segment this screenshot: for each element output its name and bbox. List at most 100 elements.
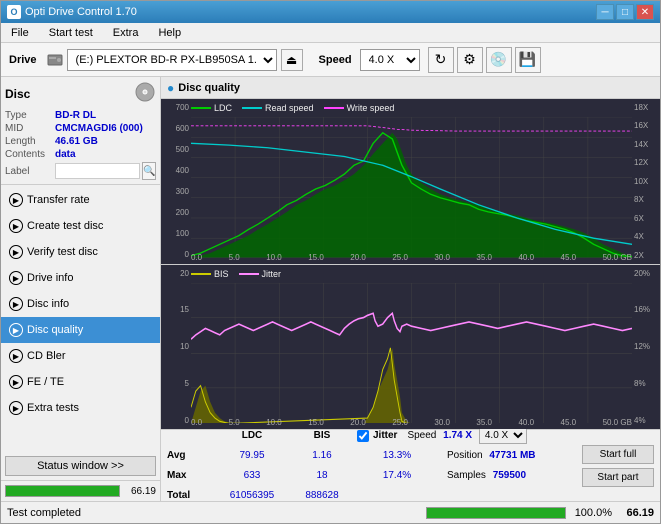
position-val: 47731 MB	[489, 450, 535, 461]
sidebar-item-verify-test-disc[interactable]: ▶ Verify test disc	[1, 239, 160, 265]
sidebar: Disc Type BD-R DL MI	[1, 77, 161, 501]
title-bar: O Opti Drive Control 1.70 ─ □ ✕	[1, 1, 660, 23]
sidebar-item-fe-te[interactable]: ▶ FE / TE	[1, 369, 160, 395]
upper-x-axis: 0.0 5.0 10.0 15.0 20.0 25.0 30.0 35.0 40…	[191, 253, 632, 262]
sidebar-item-disc-quality[interactable]: ▶ Disc quality	[1, 317, 160, 343]
eject-button[interactable]: ⏏	[281, 49, 303, 71]
drive-select: (E:) PLEXTOR BD-R PX-LB950SA 1.06	[45, 49, 277, 71]
sidebar-item-transfer-rate[interactable]: ▶ Transfer rate	[1, 187, 160, 213]
samples-val: 759500	[493, 470, 526, 481]
disc-quality-icon: ▶	[9, 323, 23, 337]
title-bar-left: O Opti Drive Control 1.70	[7, 5, 137, 19]
sidebar-item-drive-info[interactable]: ▶ Drive info	[1, 265, 160, 291]
stats-bis-max: 18	[287, 470, 357, 481]
legend-read-speed: Read speed	[242, 103, 314, 113]
stats-max-row: Max 633 18 17.4% Samples 759500	[167, 466, 574, 486]
lower-chart-legend: BIS Jitter	[191, 269, 281, 279]
disc-type-row: Type BD-R DL	[5, 110, 156, 121]
menu-help[interactable]: Help	[152, 25, 187, 41]
speed-dropdown[interactable]: 4.0 X	[360, 49, 420, 71]
disc-label-label: Label	[5, 166, 55, 177]
drive-dropdown[interactable]: (E:) PLEXTOR BD-R PX-LB950SA 1.06	[67, 49, 277, 71]
samples-stats: Samples 759500	[447, 470, 526, 481]
nav-buttons: ▶ Transfer rate ▶ Create test disc ▶ Ver…	[1, 185, 160, 423]
speed-section: Speed 4.0 X	[315, 49, 420, 71]
sidebar-progress-fill	[6, 486, 119, 496]
speed-stats: Speed 1.74 X 4.0 X	[407, 427, 526, 444]
legend-ldc: LDC	[191, 103, 232, 113]
start-full-button[interactable]: Start full	[582, 445, 654, 464]
nav-create-test-disc-label: Create test disc	[27, 220, 103, 232]
maximize-button[interactable]: □	[616, 4, 634, 20]
stats-ldc-total: 61056395	[217, 490, 287, 501]
footer-progress-bar	[426, 507, 566, 519]
sidebar-item-cd-bler[interactable]: ▶ CD Bler	[1, 343, 160, 369]
start-part-button[interactable]: Start part	[582, 468, 654, 487]
menu-file[interactable]: File	[5, 25, 35, 41]
transfer-rate-icon: ▶	[9, 193, 23, 207]
speed-select[interactable]: 4.0 X	[479, 427, 527, 444]
samples-label: Samples	[447, 470, 486, 481]
save-button[interactable]: 💾	[515, 47, 541, 73]
refresh-button[interactable]: ↻	[428, 47, 454, 73]
disc-label-input[interactable]	[55, 163, 140, 179]
fe-te-icon: ▶	[9, 375, 23, 389]
charts-container: 700 600 500 400 300 200 100 0 18X 16X 14…	[161, 99, 660, 501]
stats-ldc-avg: 79.95	[217, 450, 287, 461]
settings-button[interactable]: ⚙	[457, 47, 483, 73]
jitter-section: Jitter	[357, 430, 397, 442]
disc-mid-label: MID	[5, 123, 55, 134]
status-window-button[interactable]: Status window >>	[5, 456, 156, 476]
jitter-header: Jitter	[373, 430, 397, 441]
nav-cd-bler-label: CD Bler	[27, 350, 66, 362]
stats-jitter-max: 17.4%	[357, 470, 437, 481]
content-header-icon: ●	[167, 81, 174, 95]
legend-write-speed-label: Write speed	[347, 103, 395, 113]
close-button[interactable]: ✕	[636, 4, 654, 20]
jitter-checkbox[interactable]	[357, 430, 369, 442]
disc-length-row: Length 46.61 GB	[5, 136, 156, 147]
sidebar-item-create-test-disc[interactable]: ▶ Create test disc	[1, 213, 160, 239]
lower-chart-svg	[191, 283, 632, 424]
sidebar-item-disc-info[interactable]: ▶ Disc info	[1, 291, 160, 317]
upper-y-axis-left: 700 600 500 400 300 200 100 0	[161, 99, 191, 264]
sidebar-item-extra-tests[interactable]: ▶ Extra tests	[1, 395, 160, 421]
minimize-button[interactable]: ─	[596, 4, 614, 20]
stats-max-label: Max	[167, 470, 217, 481]
disc-contents-row: Contents data	[5, 149, 156, 160]
disc-mid-row: MID CMCMAGDI6 (000)	[5, 123, 156, 134]
disc-button[interactable]: 💿	[486, 47, 512, 73]
stats-avg-label: Avg	[167, 450, 217, 461]
speed-label: Speed	[407, 430, 436, 441]
stats-avg-row: Avg 79.95 1.16 13.3% Position 47731 MB	[167, 446, 574, 466]
speed-val: 1.74 X	[443, 430, 472, 441]
legend-jitter: Jitter	[239, 269, 282, 279]
app-icon: O	[7, 5, 21, 19]
nav-drive-info-label: Drive info	[27, 272, 73, 284]
legend-ldc-label: LDC	[214, 103, 232, 113]
disc-length-value: 46.61 GB	[55, 136, 98, 147]
upper-chart-svg	[191, 117, 632, 258]
cd-bler-icon: ▶	[9, 349, 23, 363]
disc-label-btn[interactable]: 🔍	[142, 162, 156, 180]
stats-bis-header: BIS	[287, 430, 357, 441]
disc-label-row: Label 🔍	[5, 162, 156, 180]
legend-write-speed: Write speed	[324, 103, 395, 113]
content-header: ● Disc quality	[161, 77, 660, 99]
lower-y-axis-right: 20% 16% 12% 8% 4%	[632, 265, 660, 430]
upper-chart-legend: LDC Read speed Write speed	[191, 103, 394, 113]
disc-info-table: Type BD-R DL MID CMCMAGDI6 (000) Length …	[5, 110, 156, 180]
menu-start-test[interactable]: Start test	[43, 25, 99, 41]
sidebar-progress-text: 66.19	[124, 486, 156, 497]
drive-info-icon: ▶	[9, 271, 23, 285]
menu-bar: File Start test Extra Help	[1, 23, 660, 43]
main-window: O Opti Drive Control 1.70 ─ □ ✕ File Sta…	[0, 0, 661, 524]
disc-title: Disc	[5, 87, 30, 101]
upper-chart: 700 600 500 400 300 200 100 0 18X 16X 14…	[161, 99, 660, 265]
stats-bar: LDC BIS Jitter Speed 1.74 X 4.0 X	[161, 429, 660, 501]
disc-header: Disc	[5, 81, 156, 106]
drive-icon	[45, 50, 65, 70]
menu-extra[interactable]: Extra	[107, 25, 145, 41]
stats-bis-total: 888628	[287, 490, 357, 501]
disc-contents-value: data	[55, 149, 76, 160]
